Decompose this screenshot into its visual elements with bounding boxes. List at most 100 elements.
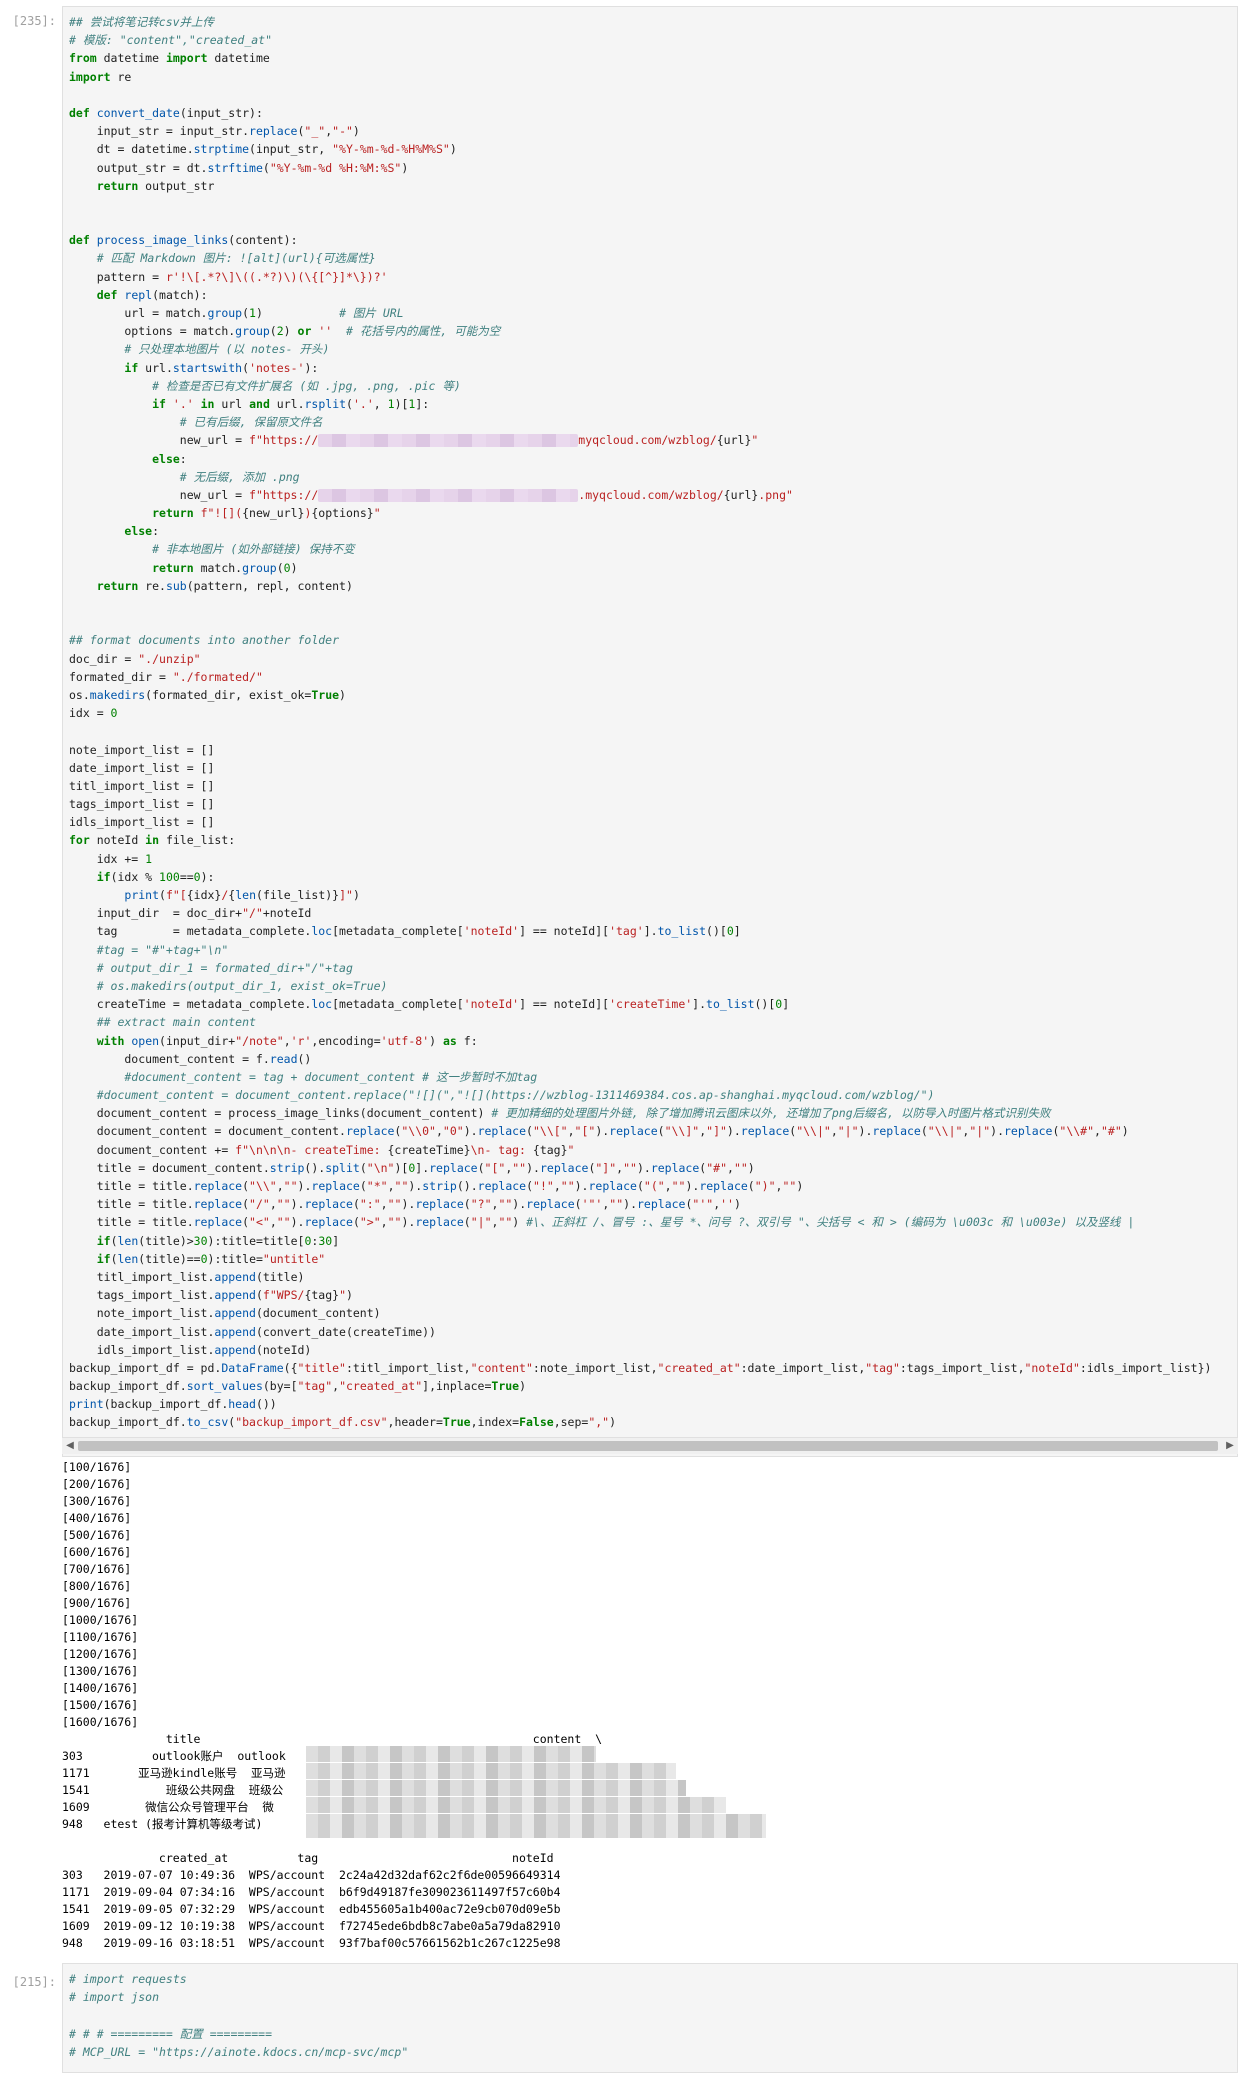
- code-token: replace: [588, 1179, 637, 1193]
- code-token: new_url =: [69, 487, 250, 502]
- code-token: def: [69, 105, 90, 120]
- code-token: to_list: [657, 924, 707, 939]
- code-token: {tag}: [532, 1142, 568, 1157]
- code-token: # 匹配 Markdown 图片: ![alt](url){可选属性}: [69, 251, 376, 266]
- code-token: {options}: [311, 506, 374, 521]
- code-line: # os.makedirs(output_dir_1, exist_ok=Tru…: [69, 977, 1237, 995]
- code-token: {new_url}: [242, 506, 305, 521]
- code-token: (input_str):: [179, 105, 263, 120]
- code-line: #document_content = document_content.rep…: [69, 1086, 1237, 1104]
- output-line: 948 2019-09-16 03:18:51 WPS/account 93f7…: [62, 1936, 561, 1950]
- code-token: doc_dir =: [69, 651, 139, 666]
- code-token: {tag}: [304, 1288, 340, 1303]
- code-token: ): [733, 1197, 741, 1212]
- code-line: backup_import_df = pd.DataFrame({"title"…: [69, 1359, 1237, 1377]
- code-token: (: [359, 1160, 367, 1175]
- code-token: (pattern, repl, content): [186, 578, 353, 593]
- code-token: (idx %: [110, 869, 160, 884]
- redacted-content: [306, 1797, 726, 1813]
- code-token: open: [131, 1033, 160, 1048]
- code-token: '.': [352, 396, 374, 411]
- output-line: [1400/1676]: [62, 1681, 139, 1695]
- code-token: idx =: [69, 706, 111, 721]
- code-token: startswith: [172, 360, 243, 375]
- code-token: idls_import_list = []: [69, 815, 215, 830]
- code-token: 'noteId': [463, 924, 520, 939]
- code-token: process_image_links: [96, 233, 229, 248]
- code-token: len: [117, 1251, 139, 1266]
- output-line: [100/1676]: [62, 1460, 132, 1474]
- output-line: [1500/1676]: [62, 1698, 139, 1712]
- code-token: (: [110, 1233, 118, 1248]
- code-line: note_import_list.append(document_content…: [69, 1304, 1237, 1322]
- code-token: (: [352, 1197, 360, 1212]
- code-token: read: [269, 1051, 298, 1066]
- scroll-left-arrow-icon[interactable]: ◀: [62, 1438, 78, 1454]
- code-token: split: [325, 1160, 360, 1175]
- code-token: ]": [339, 888, 353, 902]
- code-token: replace: [740, 1124, 790, 1139]
- code-token: title = document_content.: [69, 1160, 270, 1175]
- code-token: ,: [283, 1033, 291, 1048]
- code-input-area[interactable]: # import requests # import json # # # ====…: [62, 1963, 1238, 2073]
- code-token: tags_import_list = []: [69, 797, 215, 812]
- scrollbar-thumb[interactable]: [78, 1441, 1218, 1451]
- code-token: ): [401, 160, 409, 175]
- code-token: if: [124, 360, 139, 375]
- code-token: document_content = f.: [69, 1051, 270, 1066]
- code-token: "\\[": [532, 1124, 568, 1139]
- code-token: len: [117, 1233, 139, 1248]
- code-token: strip: [422, 1179, 457, 1193]
- code-token: url.: [269, 396, 305, 411]
- code-token: date_import_list.: [69, 1324, 215, 1339]
- code-token: # import json: [69, 1990, 160, 2005]
- code-token: "": [782, 1179, 797, 1193]
- redacted-content: [306, 1780, 686, 1796]
- code-token: ].: [643, 924, 658, 939]
- code-token: len: [235, 888, 257, 902]
- code-token: ).: [297, 1179, 312, 1193]
- code-token: replace: [477, 1124, 527, 1139]
- code-token: import: [165, 51, 208, 66]
- code-line: def convert_date(input_str):: [69, 104, 1237, 122]
- code-token: "%Y-%m-%d %H:%M:%S": [269, 160, 402, 175]
- code-token: ).: [574, 1179, 589, 1193]
- code-token: loc: [311, 924, 333, 939]
- code-token: as: [442, 1033, 457, 1048]
- code-token: (: [526, 1179, 534, 1193]
- code-token: replace: [526, 1197, 575, 1212]
- code-token: DataFrame: [221, 1360, 284, 1375]
- code-token: (noteId): [255, 1342, 312, 1357]
- code-line: idx = 0: [69, 704, 1237, 722]
- code-token: append: [214, 1342, 256, 1357]
- code-line: # output_dir_1 = formated_dir+"/"+tag: [69, 959, 1237, 977]
- code-line: new_url = f"https:// .myqcloud.com/wzblog…: [69, 486, 1237, 504]
- code-token: to_csv: [186, 1415, 229, 1430]
- code-token: "tag": [865, 1360, 900, 1375]
- output-line: [1000/1676]: [62, 1613, 139, 1627]
- code-token: #tag = "#"+tag+"\n": [69, 942, 229, 957]
- code-token: :idls_import_list}): [1079, 1360, 1212, 1375]
- redacted-content: [306, 1814, 766, 1838]
- code-token: "": [387, 1215, 402, 1230]
- code-token: ,: [1094, 1124, 1101, 1139]
- code-token: loc: [311, 997, 333, 1012]
- code-token: if: [96, 1251, 111, 1266]
- code-line: for noteId in file_list:: [69, 831, 1237, 849]
- code-token: title = title.: [69, 1197, 194, 1212]
- code-token: ,: [664, 1179, 672, 1193]
- code-line: document_content = f.read(): [69, 1050, 1237, 1068]
- code-token: "/note": [235, 1033, 284, 1048]
- scroll-right-arrow-icon[interactable]: ▶: [1222, 1438, 1238, 1454]
- horizontal-scrollbar[interactable]: ◀ ▶: [62, 1437, 1238, 1454]
- code-input-area[interactable]: ## 尝试将笔记转csv并上传 # 模版: "content","created_…: [62, 6, 1238, 1457]
- code-token: dt = datetime.: [69, 142, 194, 157]
- code-token: ,: [269, 1215, 277, 1230]
- code-token: "/": [242, 906, 263, 921]
